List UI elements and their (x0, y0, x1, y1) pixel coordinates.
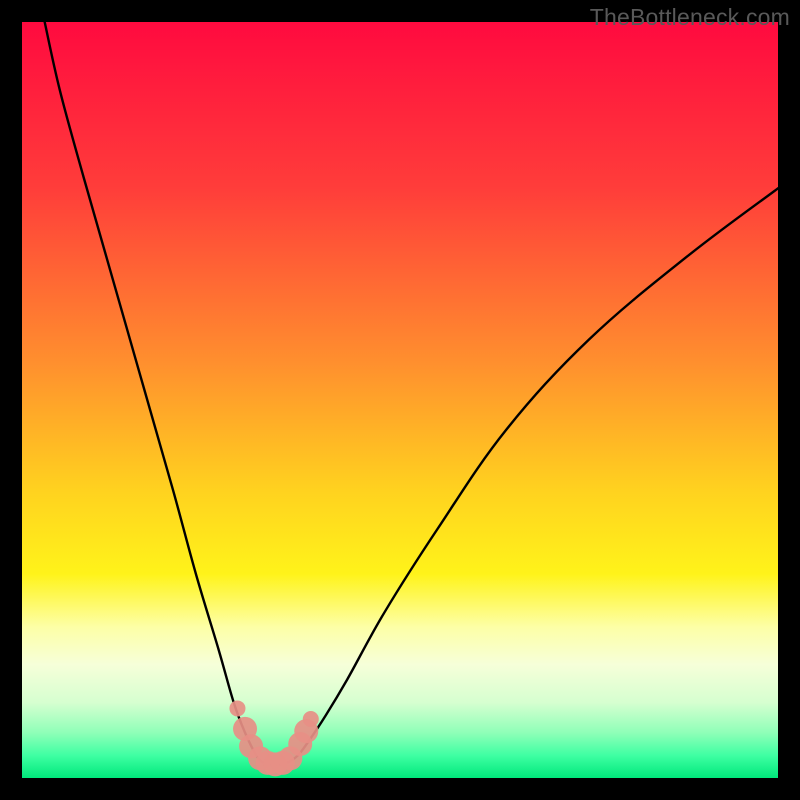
plot-area (22, 22, 778, 778)
bottleneck-markers (229, 700, 318, 776)
curve-layer (22, 22, 778, 778)
watermark-text: TheBottleneck.com (590, 4, 790, 31)
chart-frame: TheBottleneck.com (0, 0, 800, 800)
bottleneck-curve (45, 22, 778, 764)
